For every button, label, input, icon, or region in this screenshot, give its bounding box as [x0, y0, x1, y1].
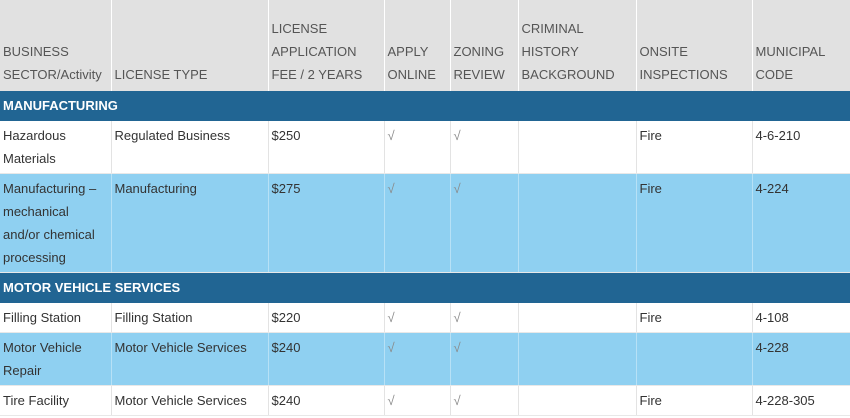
- header-business-sector: BUSINESS SECTOR/Activity: [0, 0, 112, 91]
- cell-onsite-inspections: Fire: [636, 121, 753, 174]
- section-header-manufacturing: MANUFACTURING: [0, 91, 850, 121]
- checkmark-icon: √: [450, 121, 519, 174]
- cell-sector: Manufacturing – mechanical and/or chemic…: [0, 173, 112, 273]
- table-row: Manufacturing – mechanical and/or chemic…: [0, 173, 850, 273]
- cell-fee: $240: [268, 385, 385, 416]
- cell-municipal-code: 4-228-305: [752, 385, 850, 416]
- checkmark-icon: √: [450, 385, 519, 416]
- table-header: BUSINESS SECTOR/Activity LICENSE TYPE LI…: [0, 0, 850, 91]
- cell-fee: $220: [268, 303, 385, 333]
- cell-license-type: Filling Station: [111, 303, 269, 333]
- cell-sector: Filling Station: [0, 303, 112, 333]
- cell-municipal-code: 4-108: [752, 303, 850, 333]
- cell-license-type: Manufacturing: [111, 173, 269, 273]
- header-license-type: LICENSE TYPE: [111, 0, 269, 91]
- header-row: BUSINESS SECTOR/Activity LICENSE TYPE LI…: [0, 0, 850, 91]
- cell-license-type: Regulated Business: [111, 121, 269, 174]
- section-header-motor-vehicle-services: MOTOR VEHICLE SERVICES: [0, 272, 850, 303]
- cell-license-type: Motor Vehicle Services: [111, 385, 269, 416]
- cell-onsite-inspections: [636, 332, 753, 386]
- table-row: Motor Vehicle Repair Motor Vehicle Servi…: [0, 332, 850, 386]
- cell-criminal-history: [518, 385, 637, 416]
- cell-municipal-code: 4-228: [752, 332, 850, 386]
- cell-license-type: Motor Vehicle Services: [111, 332, 269, 386]
- cell-onsite-inspections: Fire: [636, 303, 753, 333]
- section-title: MOTOR VEHICLE SERVICES: [0, 272, 850, 303]
- cell-onsite-inspections: Fire: [636, 173, 753, 273]
- checkmark-icon: √: [450, 173, 519, 273]
- cell-onsite-inspections: Fire: [636, 385, 753, 416]
- header-zoning-review: ZONING REVIEW: [450, 0, 519, 91]
- cell-fee: $250: [268, 121, 385, 174]
- cell-sector: Motor Vehicle Repair: [0, 332, 112, 386]
- cell-criminal-history: [518, 332, 637, 386]
- license-table: BUSINESS SECTOR/Activity LICENSE TYPE LI…: [0, 0, 850, 416]
- cell-fee: $275: [268, 173, 385, 273]
- cell-criminal-history: [518, 121, 637, 174]
- section-title: MANUFACTURING: [0, 91, 850, 121]
- checkmark-icon: √: [450, 303, 519, 333]
- header-municipal-code: MUNICIPAL CODE: [752, 0, 850, 91]
- header-criminal-history: CRIMINAL HISTORY BACKGROUND: [518, 0, 637, 91]
- table-body: MANUFACTURING Hazardous Materials Regula…: [0, 91, 850, 416]
- cell-sector: Hazardous Materials: [0, 121, 112, 174]
- checkmark-icon: √: [384, 303, 451, 333]
- header-onsite-inspections: ONSITE INSPECTIONS: [636, 0, 753, 91]
- table-row: Hazardous Materials Regulated Business $…: [0, 121, 850, 174]
- cell-criminal-history: [518, 173, 637, 273]
- checkmark-icon: √: [384, 121, 451, 174]
- checkmark-icon: √: [384, 332, 451, 386]
- header-apply-online: APPLY ONLINE: [384, 0, 451, 91]
- table-row: Filling Station Filling Station $220 √ √…: [0, 303, 850, 333]
- checkmark-icon: √: [450, 332, 519, 386]
- cell-municipal-code: 4-6-210: [752, 121, 850, 174]
- checkmark-icon: √: [384, 385, 451, 416]
- cell-sector: Tire Facility: [0, 385, 112, 416]
- table-row: Tire Facility Motor Vehicle Services $24…: [0, 385, 850, 416]
- cell-fee: $240: [268, 332, 385, 386]
- cell-municipal-code: 4-224: [752, 173, 850, 273]
- checkmark-icon: √: [384, 173, 451, 273]
- header-fee: LICENSE APPLICATION FEE / 2 YEARS: [268, 0, 385, 91]
- cell-criminal-history: [518, 303, 637, 333]
